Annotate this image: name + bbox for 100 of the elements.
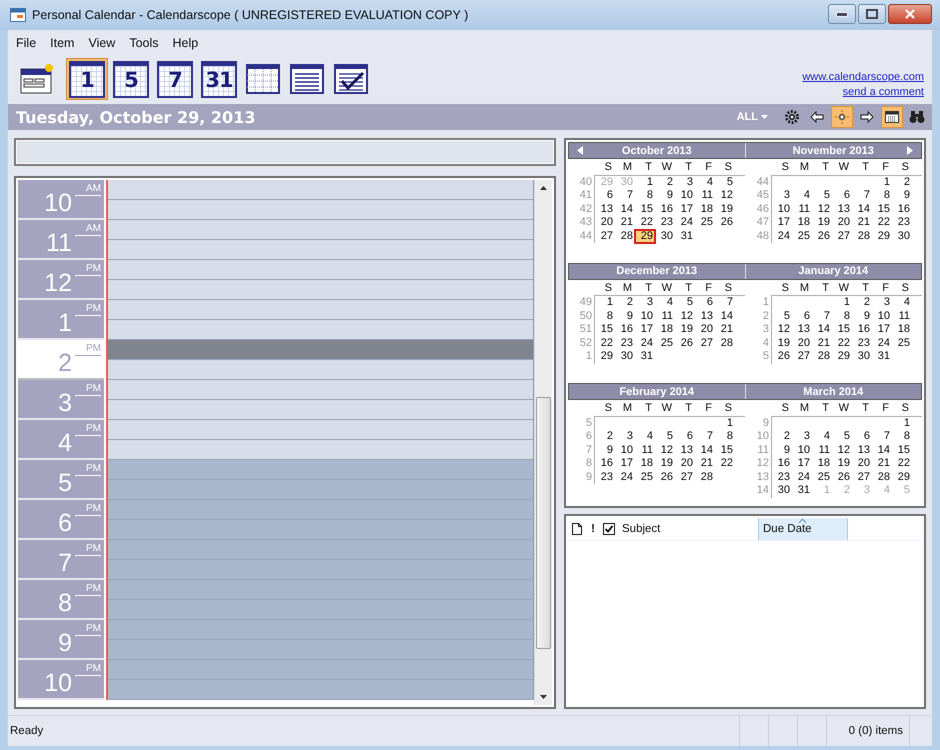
calendar-day[interactable]: 10 bbox=[675, 189, 695, 202]
calendar-day[interactable]: 7 bbox=[615, 189, 635, 202]
calendar-day[interactable]: 6 bbox=[695, 296, 715, 310]
calendar-day[interactable]: 24 bbox=[872, 336, 892, 350]
calendar-day[interactable]: 27 bbox=[792, 350, 812, 364]
calendar-day[interactable]: 3 bbox=[615, 430, 635, 444]
calendar-day[interactable]: 30 bbox=[772, 484, 792, 498]
time-slot[interactable] bbox=[108, 360, 533, 380]
time-slot[interactable] bbox=[108, 620, 533, 640]
calendar-day[interactable]: 9 bbox=[892, 189, 912, 202]
calendar-day[interactable]: 5 bbox=[715, 176, 735, 189]
calendar-day[interactable]: 25 bbox=[792, 230, 812, 243]
calendar-day[interactable]: 22 bbox=[635, 216, 655, 230]
time-slot[interactable] bbox=[108, 500, 533, 520]
calendar-day[interactable]: 8 bbox=[635, 189, 655, 202]
menu-item[interactable]: Tools bbox=[129, 36, 159, 50]
calendar-day[interactable]: 16 bbox=[615, 323, 635, 336]
calendar-day[interactable]: 13 bbox=[832, 202, 852, 216]
calendar-day[interactable]: 18 bbox=[655, 323, 675, 336]
calendar-day[interactable]: 3 bbox=[792, 430, 812, 444]
calendar-day[interactable]: 16 bbox=[852, 323, 872, 336]
calendar-day[interactable]: 3 bbox=[635, 296, 655, 310]
calendar-day[interactable]: 17 bbox=[615, 457, 635, 470]
calendar-day[interactable]: 27 bbox=[595, 230, 615, 243]
time-slot[interactable] bbox=[108, 300, 533, 320]
calendar-day[interactable]: 28 bbox=[715, 336, 735, 350]
calendar-day[interactable]: 5 bbox=[832, 430, 852, 444]
view-button[interactable]: 5 bbox=[110, 58, 152, 100]
calendar-day[interactable]: 10 bbox=[772, 202, 792, 216]
calendar-day[interactable]: 17 bbox=[792, 457, 812, 470]
scroll-up-icon[interactable] bbox=[540, 186, 547, 190]
calendar-day[interactable]: 24 bbox=[792, 470, 812, 484]
time-slot[interactable] bbox=[108, 480, 533, 500]
column-header[interactable]: Subject bbox=[618, 518, 758, 540]
calendar-day[interactable]: 18 bbox=[812, 457, 832, 470]
time-slot[interactable] bbox=[108, 180, 533, 200]
time-slot[interactable] bbox=[108, 240, 533, 260]
time-slot[interactable] bbox=[108, 600, 533, 620]
calendar-day[interactable]: 25 bbox=[812, 470, 832, 484]
calendar-day[interactable]: 22 bbox=[832, 336, 852, 350]
calendar-day[interactable]: 13 bbox=[675, 444, 695, 457]
calendar-day[interactable]: 18 bbox=[695, 202, 715, 216]
calendar-day[interactable]: 6 bbox=[832, 189, 852, 202]
calendar-day[interactable]: 12 bbox=[715, 189, 735, 202]
calendar-day[interactable]: 12 bbox=[812, 202, 832, 216]
calendar-day[interactable]: 22 bbox=[872, 216, 892, 230]
calendar-day[interactable]: 4 bbox=[695, 176, 715, 189]
calendar-day[interactable]: 15 bbox=[635, 202, 655, 216]
calendar-day[interactable]: 1 bbox=[892, 416, 912, 430]
calendar-day[interactable]: 30 bbox=[615, 350, 635, 364]
calendar-day[interactable]: 15 bbox=[832, 323, 852, 336]
calendar-day[interactable]: 6 bbox=[792, 310, 812, 323]
calendar-day[interactable]: 19 bbox=[715, 202, 735, 216]
calendar-day[interactable]: 31 bbox=[635, 350, 655, 364]
calendar-day[interactable]: 19 bbox=[812, 216, 832, 230]
calendar-day[interactable]: 30 bbox=[892, 230, 912, 243]
calendar-day[interactable]: 9 bbox=[615, 310, 635, 323]
calendar-day[interactable]: 24 bbox=[675, 216, 695, 230]
calendar-day[interactable]: 10 bbox=[635, 310, 655, 323]
calendar-day[interactable]: 14 bbox=[715, 310, 735, 323]
calendar-day[interactable]: 13 bbox=[595, 202, 615, 216]
calendar-day[interactable]: 15 bbox=[872, 202, 892, 216]
calendar-day[interactable]: 23 bbox=[615, 336, 635, 350]
calendar-day[interactable]: 2 bbox=[892, 176, 912, 189]
calendar-day[interactable]: 18 bbox=[635, 457, 655, 470]
calendar-day[interactable]: 10 bbox=[872, 310, 892, 323]
minimize-button[interactable] bbox=[828, 4, 856, 24]
calendar-day[interactable]: 25 bbox=[695, 216, 715, 230]
calendar-day[interactable]: 1 bbox=[715, 416, 735, 430]
calendar-day[interactable]: 26 bbox=[832, 470, 852, 484]
calendar-day[interactable]: 19 bbox=[772, 336, 792, 350]
calendar-day[interactable]: 2 bbox=[615, 296, 635, 310]
calendar-day[interactable]: 5 bbox=[675, 296, 695, 310]
calendar-day[interactable]: 23 bbox=[892, 216, 912, 230]
calendar-day[interactable]: 19 bbox=[832, 457, 852, 470]
calendar-day[interactable]: 20 bbox=[695, 323, 715, 336]
calendar-day[interactable]: 7 bbox=[715, 296, 735, 310]
calendar-day[interactable]: 11 bbox=[635, 444, 655, 457]
calendar-day[interactable]: 22 bbox=[595, 336, 615, 350]
calendar-day[interactable]: 3 bbox=[675, 176, 695, 189]
calendar-day[interactable]: 8 bbox=[872, 189, 892, 202]
calendar-day[interactable]: 19 bbox=[675, 323, 695, 336]
calendar-day[interactable]: 28 bbox=[852, 230, 872, 243]
calendar-day[interactable]: 21 bbox=[852, 216, 872, 230]
calendar-day[interactable]: 29 bbox=[872, 230, 892, 243]
calendar-day[interactable]: 28 bbox=[872, 470, 892, 484]
time-slot[interactable] bbox=[108, 440, 533, 460]
next-month-icon[interactable] bbox=[907, 146, 913, 155]
calendar-day[interactable]: 26 bbox=[812, 230, 832, 243]
calendar-day[interactable]: 31 bbox=[792, 484, 812, 498]
calendar-day[interactable]: 11 bbox=[695, 189, 715, 202]
calendar-day[interactable]: 20 bbox=[675, 457, 695, 470]
calendar-day[interactable]: 5 bbox=[655, 430, 675, 444]
calendar-day[interactable]: 1 bbox=[832, 296, 852, 310]
calendar-day[interactable]: 24 bbox=[615, 470, 635, 484]
calendar-day[interactable]: 9 bbox=[772, 444, 792, 457]
calendar-day[interactable]: 4 bbox=[892, 296, 912, 310]
calendar-day[interactable]: 29 bbox=[595, 350, 615, 364]
calendar-day[interactable]: 14 bbox=[615, 202, 635, 216]
menu-item[interactable]: File bbox=[16, 36, 36, 50]
